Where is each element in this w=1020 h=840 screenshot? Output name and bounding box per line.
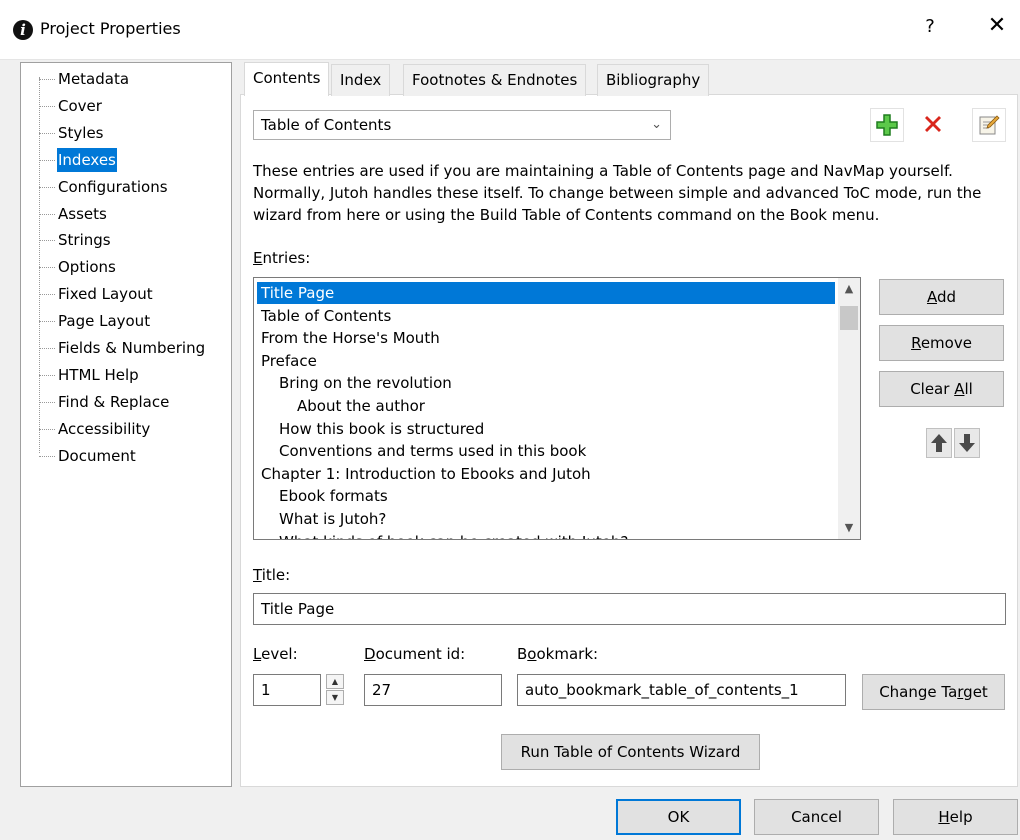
title-field-label: Title: <box>253 566 291 584</box>
move-down-icon[interactable] <box>954 428 980 458</box>
level-stepper[interactable]: ▲ ▼ <box>326 674 346 706</box>
dropdown-value: Table of Contents <box>261 116 392 134</box>
scroll-thumb[interactable] <box>840 306 858 330</box>
list-item[interactable]: What is Jutoh? <box>257 508 835 530</box>
tree-item-label: Cover <box>58 96 102 115</box>
title-bar: i Project Properties ? ✕ <box>0 0 1020 60</box>
tree-connector <box>39 132 55 134</box>
cancel-button[interactable]: Cancel <box>754 799 879 835</box>
tree-connector <box>39 321 55 323</box>
tree-item-label: Find & Replace <box>58 392 170 411</box>
plus-icon[interactable] <box>870 108 904 142</box>
scroll-down-icon[interactable]: ▼ <box>838 517 860 539</box>
list-item[interactable]: Chapter 1: Introduction to Ebooks and Ju… <box>257 463 835 485</box>
clear-all-button[interactable]: Clear All <box>879 371 1004 407</box>
stepper-up-icon[interactable]: ▲ <box>326 674 344 689</box>
scroll-up-icon[interactable]: ▲ <box>838 278 860 300</box>
list-item[interactable]: Bring on the revolution <box>257 372 835 394</box>
help-button[interactable]: Help <box>893 799 1018 835</box>
change-target-button[interactable]: Change Target <box>862 674 1005 710</box>
tab-label: Contents <box>253 69 321 87</box>
list-item[interactable]: Preface <box>257 350 835 372</box>
tree-connector <box>39 186 55 188</box>
tree-item-label: HTML Help <box>58 365 139 384</box>
level-input[interactable]: 1 <box>253 674 321 706</box>
move-up-icon[interactable] <box>926 428 952 458</box>
tree-connector <box>39 374 55 376</box>
tab-index[interactable]: Index <box>331 64 391 96</box>
category-tree: Metadata Cover Styles Indexes Configurations… <box>20 62 232 787</box>
entries-list[interactable]: Title Page Table of Contents From the Hors… <box>253 277 861 540</box>
tree-connector <box>39 240 55 242</box>
remove-button[interactable]: Remove <box>879 325 1004 361</box>
list-item[interactable]: About the author <box>257 395 835 417</box>
window-title: Project Properties <box>40 19 181 38</box>
close-button[interactable]: ✕ <box>984 13 1010 38</box>
run-toc-wizard-button[interactable]: Run Table of Contents Wizard <box>501 734 760 770</box>
list-item[interactable]: What kinds of book can be created with J… <box>257 531 835 539</box>
entries-label: Entries: <box>253 249 311 267</box>
list-item[interactable]: Ebook formats <box>257 485 835 507</box>
tab-label: Bibliography <box>606 71 701 89</box>
list-scrollbar[interactable]: ▲ ▼ <box>838 278 860 539</box>
tree-connector <box>39 294 55 296</box>
chevron-down-icon: ⌄ <box>651 117 662 132</box>
tree-item-label: Strings <box>58 231 111 250</box>
help-title-button[interactable]: ? <box>918 16 942 37</box>
index-type-dropdown[interactable]: Table of Contents ⌄ <box>253 110 671 140</box>
tree-connector <box>39 401 55 403</box>
tab-contents[interactable]: Contents <box>244 62 330 96</box>
tree-connector <box>39 213 55 215</box>
tree-connector <box>39 455 55 457</box>
tab-bibliography[interactable]: Bibliography <box>597 64 710 96</box>
description-text: These entries are used if you are mainta… <box>253 162 982 224</box>
bookmark-label: Bookmark: <box>517 645 599 663</box>
tree-item-label: Styles <box>58 123 104 142</box>
tree-connector <box>39 79 55 80</box>
tree-item-label: Indexes <box>57 147 117 172</box>
ok-button[interactable]: OK <box>616 799 741 835</box>
tree-item-label: Fields & Numbering <box>58 339 206 357</box>
tree-item-label: Configurations <box>58 177 168 196</box>
app-info-icon: i <box>13 20 33 40</box>
list-item[interactable]: Conventions and terms used in this book <box>257 440 835 462</box>
tree-connector <box>39 428 55 430</box>
tree-item-label: Assets <box>58 204 107 223</box>
list-item[interactable]: From the Horse's Mouth <box>257 327 835 349</box>
tree-item-label: Page Layout <box>58 312 151 331</box>
title-input[interactable]: Title Page <box>253 593 1006 625</box>
tree-item-label: Accessibility <box>58 419 151 438</box>
level-label: Level: <box>253 645 298 663</box>
tree-item-label: Options <box>58 258 116 277</box>
tree-connector <box>39 267 55 269</box>
list-item[interactable]: How this book is structured <box>257 418 835 440</box>
document-id-input[interactable]: 27 <box>364 674 502 706</box>
edit-icon[interactable] <box>972 108 1006 142</box>
tree-item-label: Fixed Layout <box>58 285 153 304</box>
document-id-label: Document id: <box>364 645 466 663</box>
tab-footnotes-endnotes[interactable]: Footnotes & Endnotes <box>403 64 587 96</box>
tree-item-label: Metadata <box>58 70 130 88</box>
tab-label: Footnotes & Endnotes <box>412 71 578 89</box>
stepper-down-icon[interactable]: ▼ <box>326 690 344 705</box>
tab-label: Index <box>340 71 382 89</box>
list-item[interactable]: Title Page <box>257 282 835 304</box>
tree-connector <box>39 348 55 349</box>
add-button[interactable]: Add <box>879 279 1004 315</box>
tree-item-label: Document <box>58 446 136 465</box>
list-item[interactable]: Table of Contents <box>257 305 835 327</box>
bookmark-input[interactable]: auto_bookmark_table_of_contents_1 <box>517 674 846 706</box>
tree-connector <box>39 159 55 161</box>
delete-x-icon[interactable] <box>916 108 950 142</box>
tree-connector <box>39 105 55 107</box>
